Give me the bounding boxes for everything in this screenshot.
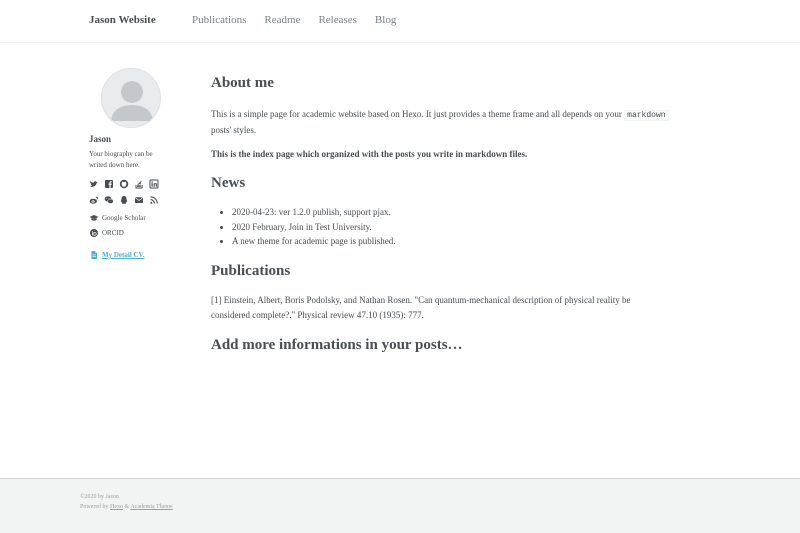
main-content: About me This is a simple page for acade… xyxy=(211,75,701,354)
author-name: Jason xyxy=(89,134,112,144)
email-icon[interactable] xyxy=(134,195,144,205)
news-list: 2020-04-23: ver 1.2.0 publish, support p… xyxy=(211,205,701,249)
hexo-link[interactable]: Hexo xyxy=(110,504,123,510)
avatar xyxy=(101,68,161,128)
document-icon xyxy=(89,250,99,260)
nav-blog[interactable]: Blog xyxy=(375,14,396,26)
stackoverflow-icon[interactable] xyxy=(134,179,144,189)
about-heading: About me xyxy=(211,75,274,91)
nav-readme[interactable]: Readme xyxy=(264,14,300,26)
markdown-code: markdown xyxy=(624,110,669,121)
google-scholar-label: Google Scholar xyxy=(102,214,146,222)
orcid-link[interactable]: ORCID xyxy=(89,228,184,238)
cv-link[interactable]: My Detail CV. xyxy=(102,251,144,259)
publication-line-1: [1] Einstein, Albert, Boris Podolsky, an… xyxy=(211,294,631,305)
news-item: 2020-04-23: ver 1.2.0 publish, support p… xyxy=(232,205,701,220)
footer-copyright: ©2020 by Jason xyxy=(80,494,119,500)
footer-ampersand: & xyxy=(124,504,130,510)
publication-entry: [1] Einstein, Albert, Boris Podolsky, an… xyxy=(211,293,701,323)
publication-line-2: considered complete?." Physical review 4… xyxy=(211,309,424,320)
publications-heading: Publications xyxy=(211,262,291,279)
about-text-after: posts' styles. xyxy=(211,125,257,135)
academia-theme-link[interactable]: Academia Theme xyxy=(130,504,172,510)
cv-link-row: My Detail CV. xyxy=(89,250,184,260)
weibo-icon[interactable] xyxy=(89,195,99,205)
site-title[interactable]: Jason Website xyxy=(89,14,156,26)
github-icon[interactable] xyxy=(119,179,129,189)
nav-publications[interactable]: Publications xyxy=(192,14,246,26)
news-item: 2020 February, Join in Test University. xyxy=(232,220,701,235)
google-scholar-link[interactable]: Google Scholar xyxy=(89,213,184,223)
orcid-label: ORCID xyxy=(102,229,124,237)
about-paragraph: This is a simple page for academic websi… xyxy=(211,107,701,137)
social-icons-row-2 xyxy=(89,195,184,205)
powered-by-label: Powered by xyxy=(80,504,109,510)
facebook-icon[interactable] xyxy=(104,179,114,189)
author-bio: Your biography can be writed down here. xyxy=(89,150,153,169)
wechat-icon[interactable] xyxy=(104,195,114,205)
orcid-icon xyxy=(89,228,99,238)
graduation-cap-icon xyxy=(89,213,99,223)
rss-icon[interactable] xyxy=(149,195,159,205)
news-heading: News xyxy=(211,175,246,191)
index-note: This is the index page which organized w… xyxy=(211,149,528,159)
author-sidebar: Jason Your biography can be writed down … xyxy=(89,68,184,260)
social-icons-row-1 xyxy=(89,179,184,189)
qq-icon[interactable] xyxy=(119,195,129,205)
main-nav: Publications Readme Releases Blog xyxy=(192,14,396,26)
twitter-icon[interactable] xyxy=(89,179,99,189)
news-item: A new theme for academic page is publish… xyxy=(232,234,701,249)
linkedin-icon[interactable] xyxy=(149,179,159,189)
about-text-before: This is a simple page for academic websi… xyxy=(211,109,622,119)
nav-releases[interactable]: Releases xyxy=(318,14,356,26)
footer-powered: Powered by Hexo & Academia Theme xyxy=(80,504,173,510)
masthead: Jason Website Publications Readme Releas… xyxy=(0,0,800,43)
more-info-heading: Add more informations in your posts… xyxy=(211,336,463,353)
page-footer: ©2020 by Jason Powered by Hexo & Academi… xyxy=(0,478,800,533)
